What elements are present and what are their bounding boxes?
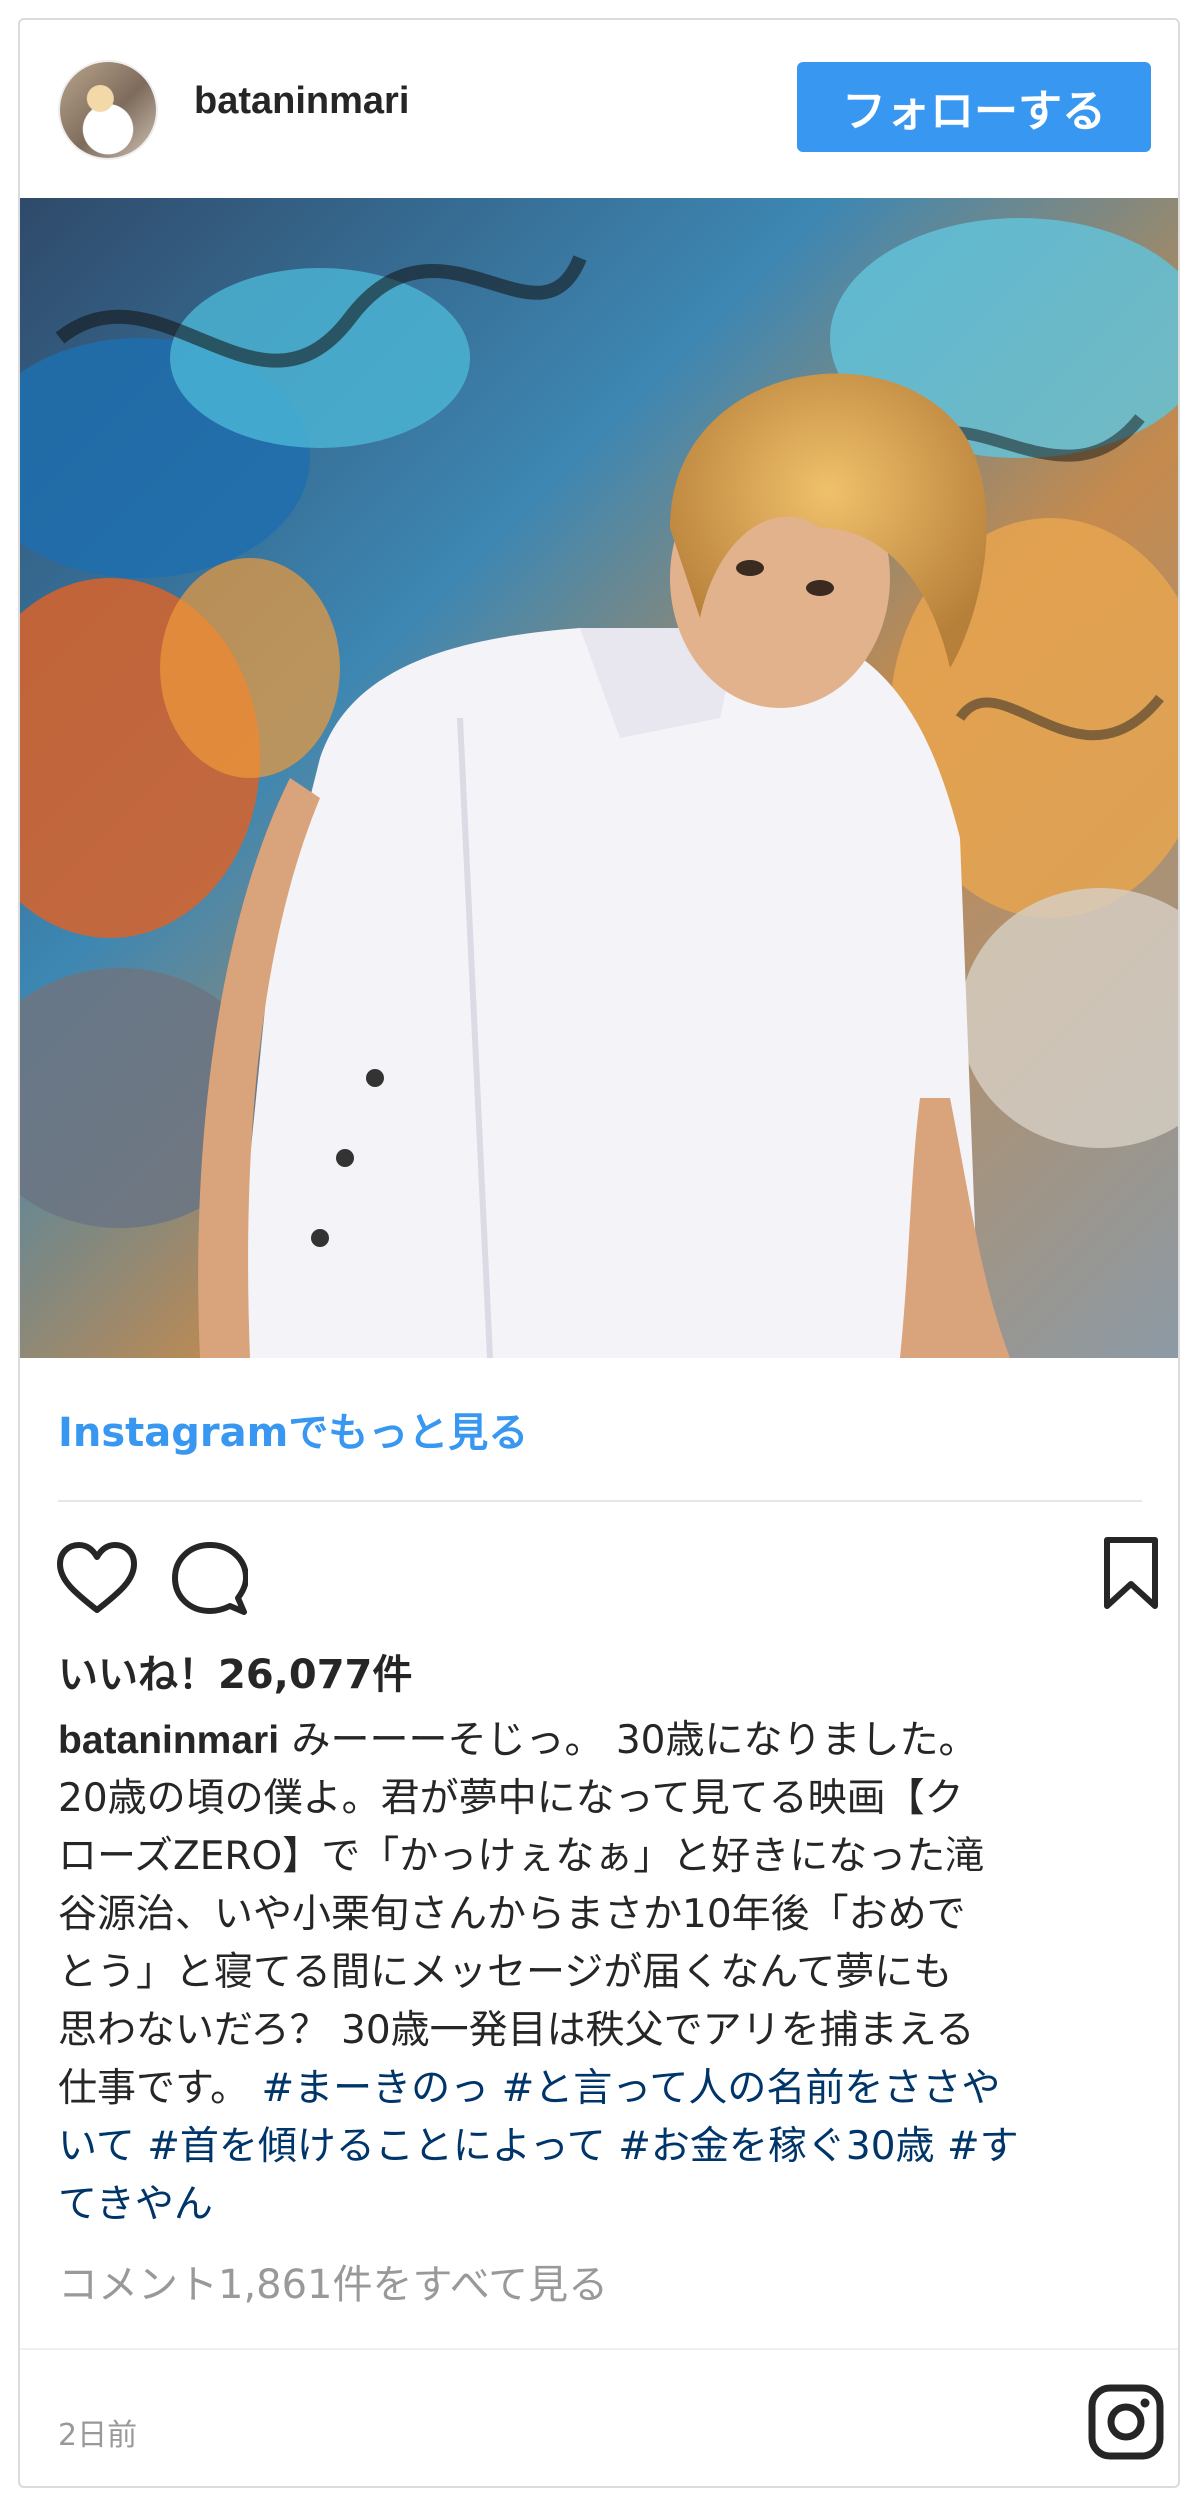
post-timestamp[interactable]: 2日前 [58, 2410, 137, 2454]
hashtag-link[interactable]: #まーきのっ [262, 2066, 490, 2111]
caption-line-2: 20歳の頃の僕よ。君が夢中になって見てる映画【ク [58, 1776, 964, 1821]
caption-username[interactable]: bataninmari [58, 1719, 279, 1762]
instagram-more-link[interactable]: Instagramでもっと見る [58, 1400, 528, 1458]
caption-line-5: とう」と寝てる間にメッセージが届くなんて夢にも [58, 1950, 953, 1995]
instagram-logo-icon[interactable] [1088, 2384, 1164, 2464]
instagram-embed-card: batanin­mari フォローする [18, 18, 1180, 2488]
likes-count[interactable]: いいね！26,077件 [58, 1642, 412, 1700]
heart-icon[interactable] [56, 1540, 138, 1620]
caption-line-6: 思わないだろ？ 30歳一発目は秩父でアリを捕まえる [58, 2008, 975, 2053]
hashtag-link[interactable]: てきやん [58, 2182, 213, 2227]
post-header: batanin­mari フォローする [20, 20, 1178, 198]
post-photo[interactable] [20, 198, 1178, 1358]
caption-line-4: 谷源治、いや小栗旬さんからまさか10年後「おめで [58, 1892, 966, 1937]
hashtag-link[interactable]: #と言って人の名前をささや [502, 2066, 1001, 2111]
caption-line-3: ローズZERO】で「かっけぇなぁ」と好きになった滝 [58, 1834, 985, 1879]
photo-illustration [20, 198, 1178, 1358]
caption-line-7-text: 仕事です。 [58, 2066, 262, 2111]
avatar[interactable] [58, 60, 158, 160]
hashtag-link[interactable]: #お金を稼ぐ30歳 [618, 2124, 934, 2169]
caption-line-1: みーーーそじっ。 30歳になりました。 [279, 1718, 978, 1763]
comment-bubble-icon[interactable] [172, 1540, 249, 1620]
bookmark-icon[interactable] [1103, 1536, 1159, 1616]
hashtag-link[interactable]: #す [947, 2124, 1019, 2169]
divider [58, 1500, 1142, 1502]
username-link[interactable]: batanin­mari [194, 80, 409, 123]
hashtag-link[interactable]: いて [58, 2124, 135, 2169]
post-caption: bataninmari みーーーそじっ。 30歳になりました。 20歳の頃の僕よ… [58, 1712, 1148, 2234]
view-comments-link[interactable]: コメント1,861件をすべて見る [58, 2252, 608, 2310]
hashtag-link[interactable]: #首を傾けることによって [147, 2124, 606, 2169]
follow-button[interactable]: フォローする [797, 62, 1151, 152]
footer-divider [20, 2348, 1178, 2350]
